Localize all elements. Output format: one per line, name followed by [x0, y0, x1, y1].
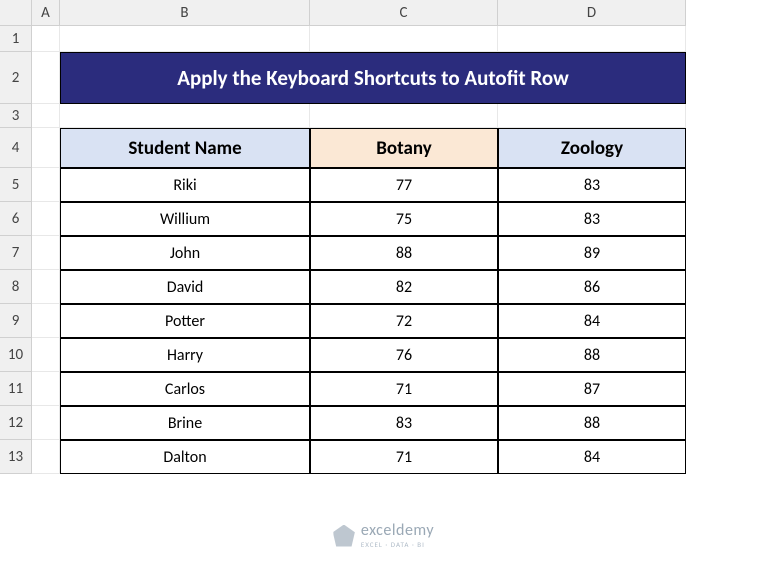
row-header-7[interactable]: 7	[0, 236, 32, 270]
cell-a12[interactable]	[32, 406, 60, 440]
cell-zoology[interactable]: 86	[498, 270, 686, 304]
row-header-13[interactable]: 13	[0, 440, 32, 474]
cell-zoology[interactable]: 83	[498, 168, 686, 202]
cell-botany[interactable]: 76	[310, 338, 498, 372]
row-header-4[interactable]: 4	[0, 128, 32, 168]
cell-a4[interactable]	[32, 128, 60, 168]
cell-a3[interactable]	[32, 104, 60, 128]
cell-botany[interactable]: 72	[310, 304, 498, 338]
title-banner[interactable]: Apply the Keyboard Shortcuts to Autofit …	[60, 52, 686, 104]
cell-name[interactable]: Carlos	[60, 372, 310, 406]
cell-a8[interactable]	[32, 270, 60, 304]
cell-a9[interactable]	[32, 304, 60, 338]
header-name[interactable]: Student Name	[60, 128, 310, 168]
header-botany[interactable]: Botany	[310, 128, 498, 168]
row-header-2[interactable]: 2	[0, 52, 32, 104]
cell-a13[interactable]	[32, 440, 60, 474]
cell-botany[interactable]: 71	[310, 440, 498, 474]
cell-a5[interactable]	[32, 168, 60, 202]
cell-b3[interactable]	[60, 104, 310, 128]
watermark-icon	[333, 525, 355, 547]
cell-d3[interactable]	[498, 104, 686, 128]
cell-name[interactable]: John	[60, 236, 310, 270]
row-header-10[interactable]: 10	[0, 338, 32, 372]
cell-b1[interactable]	[60, 26, 310, 52]
spreadsheet-grid: A B C D 1 2 Apply the Keyboard Shortcuts…	[0, 0, 767, 474]
select-all-corner[interactable]	[0, 0, 32, 26]
cell-botany[interactable]: 71	[310, 372, 498, 406]
cell-name[interactable]: Brine	[60, 406, 310, 440]
row-header-6[interactable]: 6	[0, 202, 32, 236]
cell-a6[interactable]	[32, 202, 60, 236]
cell-c3[interactable]	[310, 104, 498, 128]
cell-name[interactable]: Willium	[60, 202, 310, 236]
cell-name[interactable]: Riki	[60, 168, 310, 202]
cell-botany[interactable]: 88	[310, 236, 498, 270]
header-zoology[interactable]: Zoology	[498, 128, 686, 168]
cell-name[interactable]: Dalton	[60, 440, 310, 474]
row-header-1[interactable]: 1	[0, 26, 32, 52]
cell-zoology[interactable]: 84	[498, 304, 686, 338]
watermark: exceldemy EXCEL · DATA · BI	[333, 523, 434, 548]
cell-zoology[interactable]: 87	[498, 372, 686, 406]
col-header-d[interactable]: D	[498, 0, 686, 26]
cell-name[interactable]: David	[60, 270, 310, 304]
cell-a2[interactable]	[32, 52, 60, 104]
cell-name[interactable]: Potter	[60, 304, 310, 338]
cell-botany[interactable]: 83	[310, 406, 498, 440]
watermark-text: exceldemy EXCEL · DATA · BI	[361, 523, 434, 548]
watermark-main: exceldemy	[361, 523, 434, 539]
row-header-9[interactable]: 9	[0, 304, 32, 338]
row-header-8[interactable]: 8	[0, 270, 32, 304]
cell-a1[interactable]	[32, 26, 60, 52]
cell-zoology[interactable]: 83	[498, 202, 686, 236]
col-header-a[interactable]: A	[32, 0, 60, 26]
cell-a10[interactable]	[32, 338, 60, 372]
cell-a7[interactable]	[32, 236, 60, 270]
cell-botany[interactable]: 75	[310, 202, 498, 236]
cell-botany[interactable]: 77	[310, 168, 498, 202]
row-header-5[interactable]: 5	[0, 168, 32, 202]
watermark-sub: EXCEL · DATA · BI	[361, 541, 434, 548]
cell-zoology[interactable]: 88	[498, 338, 686, 372]
cell-a11[interactable]	[32, 372, 60, 406]
cell-botany[interactable]: 82	[310, 270, 498, 304]
cell-d1[interactable]	[498, 26, 686, 52]
cell-zoology[interactable]: 88	[498, 406, 686, 440]
col-header-c[interactable]: C	[310, 0, 498, 26]
row-header-11[interactable]: 11	[0, 372, 32, 406]
col-header-b[interactable]: B	[60, 0, 310, 26]
cell-name[interactable]: Harry	[60, 338, 310, 372]
row-header-12[interactable]: 12	[0, 406, 32, 440]
cell-c1[interactable]	[310, 26, 498, 52]
row-header-3[interactable]: 3	[0, 104, 32, 128]
cell-zoology[interactable]: 89	[498, 236, 686, 270]
cell-zoology[interactable]: 84	[498, 440, 686, 474]
